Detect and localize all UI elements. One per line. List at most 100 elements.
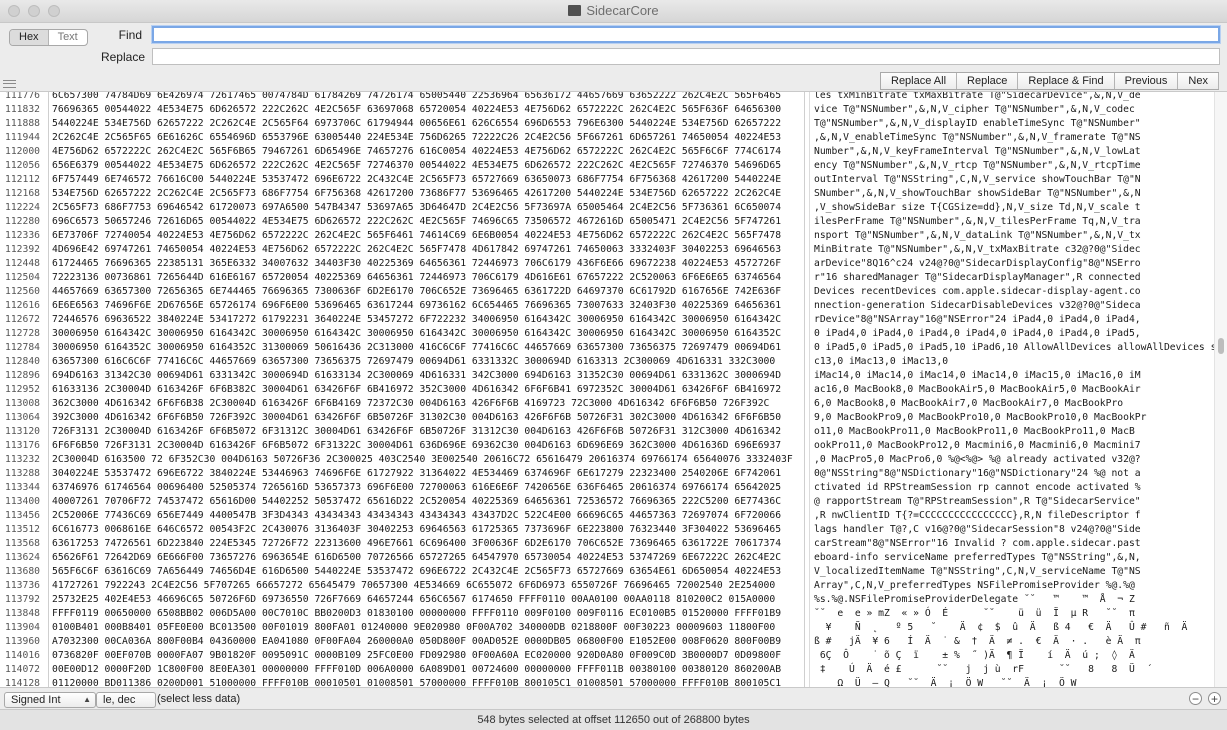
row-hex[interactable]: 72223136 00736861 7265644D 616E6167 6572…: [52, 271, 781, 285]
row-text[interactable]: 6,0 MacBook8,0 MacBookAir7,0 MacBookAir7…: [814, 397, 1123, 411]
row-text[interactable]: ctivated id RPStreamSession rp cannot en…: [814, 481, 1141, 495]
row-text[interactable]: Array",C,N,V_preferredTypes NSFilePromis…: [814, 579, 1135, 593]
endian-popup[interactable]: le, dec: [96, 692, 156, 708]
row-text[interactable]: carStream"8@"NSError"16 Invalid ? com.ap…: [814, 537, 1141, 551]
hex-segment[interactable]: Hex: [10, 30, 49, 45]
row-hex[interactable]: 61724465 76696365 22385131 365E6332 3400…: [52, 257, 781, 271]
row-text[interactable]: Number",&,N,V_keyFrameInterval T@"NSNumb…: [814, 145, 1141, 159]
row-hex[interactable]: FFFF0119 00650000 6508BB02 006D5A00 00C7…: [52, 607, 781, 621]
hex-text-toggle[interactable]: Hex Text: [9, 29, 88, 46]
row-text[interactable]: arDevice"8Q16^c24 v24@?0@"SidecarDisplay…: [814, 257, 1141, 271]
find-field[interactable]: [152, 26, 1220, 44]
row-text[interactable]: SNumber",&,N,V_showTouchBar showSideBar …: [814, 187, 1141, 201]
row-hex[interactable]: 61633136 2C30004D 6163426F 6F6B382C 3000…: [52, 383, 781, 397]
replace-button[interactable]: Replace: [957, 73, 1019, 89]
row-hex[interactable]: 362C3000 4D616342 6F6F6B38 2C30004D 6163…: [52, 397, 769, 411]
row-text[interactable]: @ rapportStream T@"RPStreamSession",R T@…: [814, 495, 1141, 509]
row-hex[interactable]: 6C657300 74784D69 6E426974 72617465 0074…: [52, 92, 781, 103]
add-button[interactable]: +: [1208, 692, 1221, 705]
row-text[interactable]: ency T@"NSNumber",&,N,V_rtcp T@"NSNumber…: [814, 159, 1141, 173]
split-grip-icon[interactable]: [3, 80, 16, 88]
row-text[interactable]: ß # jÄ ¥ 6 Í Ä ˙ & † Ä ≠ . € Ä · . è Ä π: [814, 635, 1141, 649]
row-text[interactable]: 6Ç Ô ˙ õ Ç ï ± % ˝ )Ä ¶ Ï í Ä ú ; ◊ Ä: [814, 649, 1135, 663]
row-hex[interactable]: 534E756D 62657222 2C262C4E 2C565F73 686F…: [52, 187, 781, 201]
row-text[interactable]: T@"NSNumber",&,N,V_displayID enableTimeS…: [814, 117, 1141, 131]
row-text[interactable]: ˘˘ e e » mZ « » Ó É ˘˘ ü ü Ï µ R ˘˘ π: [814, 607, 1135, 621]
row-text[interactable]: 0@"NSString"8@"NSDictionary"16@"NSDictio…: [814, 467, 1141, 481]
row-hex[interactable]: 694D6163 31342C30 00694D61 6331342C 3000…: [52, 369, 781, 383]
row-text[interactable]: ‡ Ú Ä é £ ˘˘ j j ù rF ˘˘ 8 8 Ü ´: [814, 663, 1152, 677]
row-hex[interactable]: 4E756D62 6572222C 262C4E2C 565F6B65 7946…: [52, 145, 781, 159]
text-segment[interactable]: Text: [49, 30, 87, 45]
row-hex[interactable]: 65626F61 72642D69 6E666F00 73657276 6963…: [52, 551, 781, 565]
row-text[interactable]: 0 iPad5,0 iPad5,0 iPad5,10 iPad6,10 Allo…: [814, 341, 1227, 355]
replace-and-find-button[interactable]: Replace & Find: [1018, 73, 1115, 89]
row-hex[interactable]: 2C52006E 77436C69 656E7449 4400547B 3F3D…: [52, 509, 781, 523]
row-hex[interactable]: A7032300 00CA036A 800F00B4 04360000 EA04…: [52, 635, 781, 649]
data-type-popup[interactable]: Signed Int ▲︎: [4, 692, 96, 708]
row-hex[interactable]: 656E6379 00544022 4E534E75 6D626572 222C…: [52, 159, 781, 173]
row-hex[interactable]: 40007261 70706F72 74537472 65616D00 5440…: [52, 495, 781, 509]
row-hex[interactable]: 0100B401 000B8401 05FE0E00 BC013500 00F0…: [52, 621, 775, 635]
row-text[interactable]: nsport T@"NSNumber",&,N,V_dataLink T@"NS…: [814, 229, 1141, 243]
row-text[interactable]: ,0 MacPro5,0 MacPro6,0 %@<%@> %@ already…: [814, 453, 1141, 467]
replace-field[interactable]: [152, 48, 1220, 66]
row-hex[interactable]: 4D696E42 69747261 74650054 40224E53 4E75…: [52, 243, 781, 257]
row-hex[interactable]: 25732E25 402E4E53 46696C65 50726F6D 6973…: [52, 593, 775, 607]
row-text[interactable]: eboard-info serviceName preferredTypes T…: [814, 551, 1141, 565]
row-text[interactable]: lags handler T@?,C v16@?0@"SidecarSessio…: [814, 523, 1141, 537]
row-text[interactable]: r"16 sharedManager T@"SidecarDisplayMana…: [814, 271, 1141, 285]
row-text[interactable]: 9,0 MacBookPro9,0 MacBookPro10,0 MacBook…: [814, 411, 1146, 425]
vertical-scrollbar[interactable]: [1214, 92, 1227, 688]
replace-input[interactable]: [153, 50, 1219, 66]
row-hex[interactable]: 30006950 6164342C 30006950 6164342C 3000…: [52, 327, 781, 341]
row-hex[interactable]: 0736820F 00EF070B 0000FA07 9B01820F 0095…: [52, 649, 781, 663]
row-text[interactable]: nnection-generation SidecarDisableDevice…: [814, 299, 1141, 313]
remove-button[interactable]: −: [1189, 692, 1202, 705]
row-hex[interactable]: 726F3131 2C30004D 6163426F 6F6B5072 6F31…: [52, 425, 781, 439]
row-hex[interactable]: 6E6E6563 74696F6E 2D67656E 65726174 696F…: [52, 299, 781, 313]
replace-all-button[interactable]: Replace All: [881, 73, 958, 89]
row-text[interactable]: o11,0 MacBookPro11,0 MacBookPro11,0 MacB…: [814, 425, 1135, 439]
row-text[interactable]: ookPro11,0 MacBookPro12,0 Macmini6,0 Mac…: [814, 439, 1141, 453]
row-text[interactable]: c13,0 iMac13,0 iMac13,0: [814, 355, 948, 369]
row-text[interactable]: ,&,N,V_enableTimeSync T@"NSNumber",&,N,V…: [814, 131, 1141, 145]
row-hex[interactable]: 6E73706F 72740054 40224E53 4E756D62 6572…: [52, 229, 781, 243]
row-hex[interactable]: 565F6C6F 63616C69 7A656449 74656D4E 616D…: [52, 565, 781, 579]
row-hex[interactable]: 2C565F73 686F7753 69646542 61720073 697A…: [52, 201, 781, 215]
row-hex[interactable]: 2C30004D 6163500 72 6F352C30 004D6163 50…: [52, 453, 793, 467]
row-text[interactable]: les txMinBitrate txMaxBitrate T@"Sidecar…: [814, 92, 1141, 103]
row-hex[interactable]: 63746976 61746564 00696400 52505374 7265…: [52, 481, 781, 495]
row-hex[interactable]: 5440224E 534E756D 62657222 2C262C4E 2C56…: [52, 117, 781, 131]
row-hex[interactable]: 76696365 00544022 4E534E75 6D626572 222C…: [52, 103, 781, 117]
row-hex[interactable]: 30006950 6164352C 30006950 6164352C 3130…: [52, 341, 781, 355]
row-text[interactable]: %s.%@.NSFilePromiseProviderDelegate ˘˘ ™…: [814, 593, 1135, 607]
row-text[interactable]: 0 iPad4,0 iPad4,0 iPad4,0 iPad4,0 iPad4,…: [814, 327, 1141, 341]
row-text[interactable]: ¥ Ñ ˛ º 5 ˘ Ä ¢ $ û Ä ß 4 € Ä Û # ñ Ä: [814, 621, 1188, 635]
row-text[interactable]: Devices recentDevices com.apple.sidecar-…: [814, 285, 1141, 299]
row-hex[interactable]: 63657300 616C6C6F 77416C6C 44657669 6365…: [52, 355, 775, 369]
row-hex[interactable]: 6F757449 6E746572 76616C00 5440224E 5353…: [52, 173, 781, 187]
row-text[interactable]: outInterval T@"NSString",C,N,V_service s…: [814, 173, 1141, 187]
row-hex[interactable]: 63617253 74726561 6D223840 224E5345 7272…: [52, 537, 781, 551]
row-hex[interactable]: 00E00D12 0000F20D 1C800F00 8E0EA301 0000…: [52, 663, 781, 677]
row-hex[interactable]: 44657669 63657300 72656365 6E744465 7669…: [52, 285, 781, 299]
row-hex[interactable]: 6C616773 0068616E 646C6572 00543F2C 2C43…: [52, 523, 781, 537]
row-hex[interactable]: 696C6573 50657246 72616D65 00544022 4E53…: [52, 215, 781, 229]
previous-button[interactable]: Previous: [1115, 73, 1179, 89]
row-text[interactable]: ,V_showSideBar size T{CGSize=dd},N,V_siz…: [814, 201, 1141, 215]
row-text[interactable]: vice T@"NSNumber",&,N,V_cipher T@"NSNumb…: [814, 103, 1135, 117]
row-hex[interactable]: 6F6F6B50 726F3131 2C30004D 6163426F 6F6B…: [52, 439, 781, 453]
row-hex[interactable]: 3040224E 53537472 696E6722 3840224E 5344…: [52, 467, 781, 481]
hex-text-divider[interactable]: [804, 92, 805, 688]
row-hex[interactable]: 2C262C4E 2C565F65 6E61626C 6554696D 6553…: [52, 131, 781, 145]
row-text[interactable]: iMac14,0 iMac14,0 iMac14,0 iMac14,0 iMac…: [814, 369, 1141, 383]
row-text[interactable]: rDevice"8@"NSArray"16@"NSError"24 iPad4,…: [814, 313, 1141, 327]
row-hex[interactable]: 72446576 69636522 3840224E 53417272 6179…: [52, 313, 781, 327]
scroll-thumb[interactable]: [1218, 338, 1224, 354]
row-text[interactable]: ,R nwClientID T{?=CCCCCCCCCCCCCCCC},R,N …: [814, 509, 1141, 523]
row-text[interactable]: ac16,0 MacBook8,0 MacBookAir5,0 MacBookA…: [814, 383, 1141, 397]
hex-editor[interactable]: 111776 6C657300 74784D69 6E426974 7261746…: [0, 91, 1227, 688]
row-text[interactable]: V_localizedItemName T@"NSString",C,N,V_s…: [814, 565, 1141, 579]
row-hex[interactable]: 392C3000 4D616342 6F6F6B50 726F392C 3000…: [52, 411, 781, 425]
